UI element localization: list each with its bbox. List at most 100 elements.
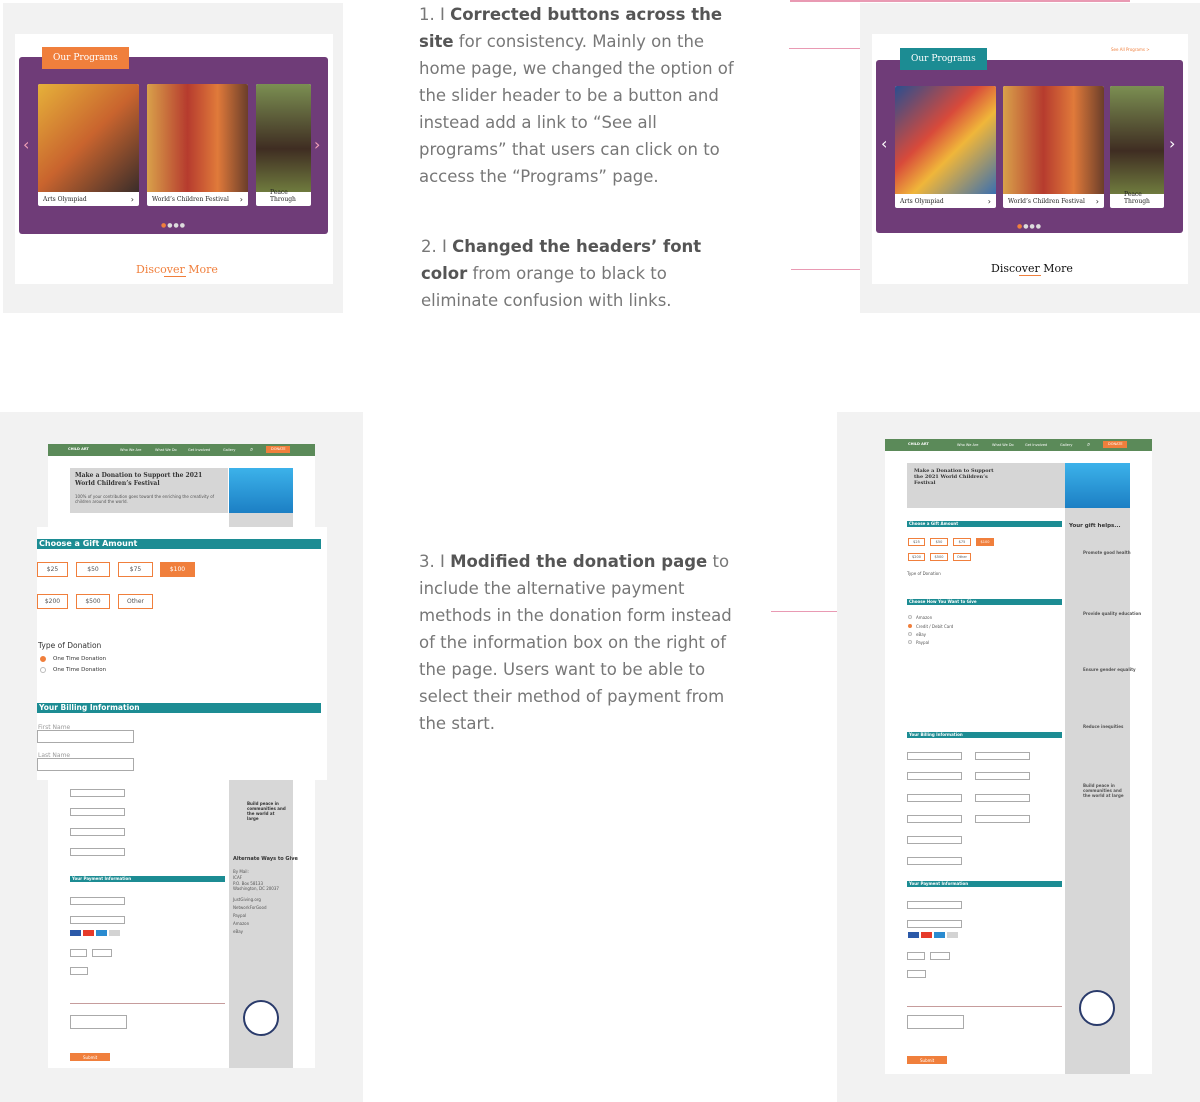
before-exp-year[interactable] <box>92 949 112 957</box>
after-programs-tag[interactable]: Our Programs <box>900 48 987 70</box>
after-logo[interactable]: CHILD ART <box>908 442 929 446</box>
after-field-9[interactable] <box>907 836 962 844</box>
before-card-name[interactable] <box>70 897 125 905</box>
sidebar-item-2: Provide quality education <box>1083 611 1142 616</box>
after-hero-title: Make a Donation to Support the 2021 Worl… <box>914 468 994 486</box>
after-nav-who-we-are[interactable]: Who We Are <box>957 443 978 447</box>
before-slider-dots[interactable]: ●●●● <box>161 222 186 229</box>
chevron-right-icon: › <box>130 195 134 204</box>
after-next-arrow[interactable]: › <box>1169 134 1175 153</box>
before-field-a[interactable] <box>70 789 125 797</box>
slide-image <box>1003 86 1104 194</box>
after-slider-dots[interactable]: ●●●● <box>1017 223 1042 230</box>
after-prev-arrow[interactable]: ‹ <box>881 134 887 153</box>
after-card-number[interactable] <box>907 920 962 928</box>
alt-item-1: By Mail: <box>233 869 249 874</box>
amount-500[interactable]: $500 <box>76 594 110 609</box>
after-field-7[interactable] <box>907 815 962 823</box>
alt-item-9[interactable]: eBay <box>233 929 243 934</box>
after-card-name[interactable] <box>907 901 962 909</box>
after-field-4[interactable] <box>975 772 1030 780</box>
after-field-10[interactable] <box>907 857 962 865</box>
after-nav-get-involved[interactable]: Get Involved <box>1025 443 1047 447</box>
after-nav-what-we-do[interactable]: What We Do <box>992 443 1014 447</box>
after-discover-more[interactable]: Discover More <box>991 262 1073 275</box>
before-programs-tag[interactable]: Our Programs <box>42 47 129 69</box>
after-field-6[interactable] <box>975 794 1030 802</box>
after-amount-100[interactable]: $100 <box>976 538 994 546</box>
alt-item-8[interactable]: Amazon <box>233 921 249 926</box>
after-discover-underline <box>1019 275 1041 276</box>
before-exp-month[interactable] <box>70 949 87 957</box>
before-next-arrow[interactable]: › <box>314 135 320 154</box>
after-field-1[interactable] <box>907 752 962 760</box>
amount-50[interactable]: $50 <box>76 562 110 577</box>
before-discover-more[interactable]: Discover More <box>136 263 218 276</box>
after-field-2[interactable] <box>975 752 1030 760</box>
before-hero-image <box>229 468 293 513</box>
slide-caption: Peace Through <box>1124 191 1150 205</box>
before-slide-1[interactable]: Arts Olympiad › <box>38 84 139 206</box>
amount-other[interactable]: Other <box>118 594 153 609</box>
radio-one-time-2[interactable] <box>40 667 46 673</box>
how-radio-4[interactable] <box>908 640 912 644</box>
before-donate-button[interactable]: DONATE <box>266 446 290 453</box>
after-amount-200[interactable]: $200 <box>908 553 925 561</box>
after-slide-3[interactable]: Peace Through <box>1110 86 1164 208</box>
after-donate-button[interactable]: DONATE <box>1103 441 1127 448</box>
after-amount-25[interactable]: $25 <box>908 538 925 546</box>
nav-get-involved[interactable]: Get Involved <box>188 448 210 452</box>
after-hero-image <box>1065 463 1130 508</box>
after-field-3[interactable] <box>907 772 962 780</box>
chevron-right-icon: › <box>239 195 243 204</box>
how-radio-3[interactable] <box>908 632 912 636</box>
first-name-field[interactable] <box>37 730 134 743</box>
alt-item-5[interactable]: JustGiving.org <box>233 897 261 902</box>
amount-25[interactable]: $25 <box>37 562 68 577</box>
after-submit-button[interactable]: Submit <box>907 1056 947 1064</box>
slide-image <box>895 86 996 194</box>
how-radio-2[interactable] <box>908 624 912 628</box>
before-discover-underline <box>164 276 186 277</box>
after-amount-500[interactable]: $500 <box>930 553 948 561</box>
before-field-d[interactable] <box>70 848 125 856</box>
after-search-icon[interactable]: ⌕ <box>1087 441 1090 449</box>
after-field-8[interactable] <box>975 815 1030 823</box>
search-icon[interactable]: ⌕ <box>250 446 253 454</box>
before-field-b[interactable] <box>70 808 125 816</box>
before-prev-arrow[interactable]: ‹ <box>23 135 29 154</box>
before-cvv[interactable] <box>70 967 88 975</box>
after-field-5[interactable] <box>907 794 962 802</box>
how-radio-1[interactable] <box>908 615 912 619</box>
before-hero-subtitle: 100% of your contribution goes toward th… <box>75 494 215 504</box>
nav-what-we-do[interactable]: What We Do <box>155 448 177 452</box>
alt-item-7[interactable]: Paypal <box>233 913 246 918</box>
sidebar-item-3: Ensure gender equality <box>1083 667 1136 672</box>
before-logo[interactable]: CHILD ART <box>68 447 89 451</box>
after-amount-other[interactable]: Other <box>953 553 971 561</box>
before-submit-button[interactable]: Submit <box>70 1053 110 1061</box>
last-name-field[interactable] <box>37 758 134 771</box>
captcha[interactable] <box>70 1015 127 1029</box>
after-amount-75[interactable]: $75 <box>953 538 971 546</box>
nav-gallery[interactable]: Gallery <box>223 448 235 452</box>
radio-one-time[interactable] <box>40 656 46 662</box>
after-exp-month[interactable] <box>907 952 925 960</box>
before-card-number[interactable] <box>70 916 125 924</box>
before-field-c[interactable] <box>70 828 125 836</box>
after-captcha[interactable] <box>907 1015 964 1029</box>
amount-100[interactable]: $100 <box>160 562 195 577</box>
after-slide-2[interactable]: World’s Children Festival › <box>1003 86 1104 208</box>
after-cvv[interactable] <box>907 970 926 978</box>
after-nav-gallery[interactable]: Gallery <box>1060 443 1072 447</box>
see-all-programs-link[interactable]: See All Programs > <box>1111 47 1150 52</box>
nav-who-we-are[interactable]: Who We Are <box>120 448 141 452</box>
after-exp-year[interactable] <box>930 952 950 960</box>
amount-200[interactable]: $200 <box>37 594 68 609</box>
amount-75[interactable]: $75 <box>118 562 153 577</box>
after-amount-50[interactable]: $50 <box>930 538 948 546</box>
alt-item-6[interactable]: NetworkForGood <box>233 905 266 910</box>
before-slide-3[interactable]: Peace Through <box>256 84 311 206</box>
before-slide-2[interactable]: World’s Children Festival › <box>147 84 248 206</box>
after-slide-1[interactable]: Arts Olympiad › <box>895 86 996 208</box>
